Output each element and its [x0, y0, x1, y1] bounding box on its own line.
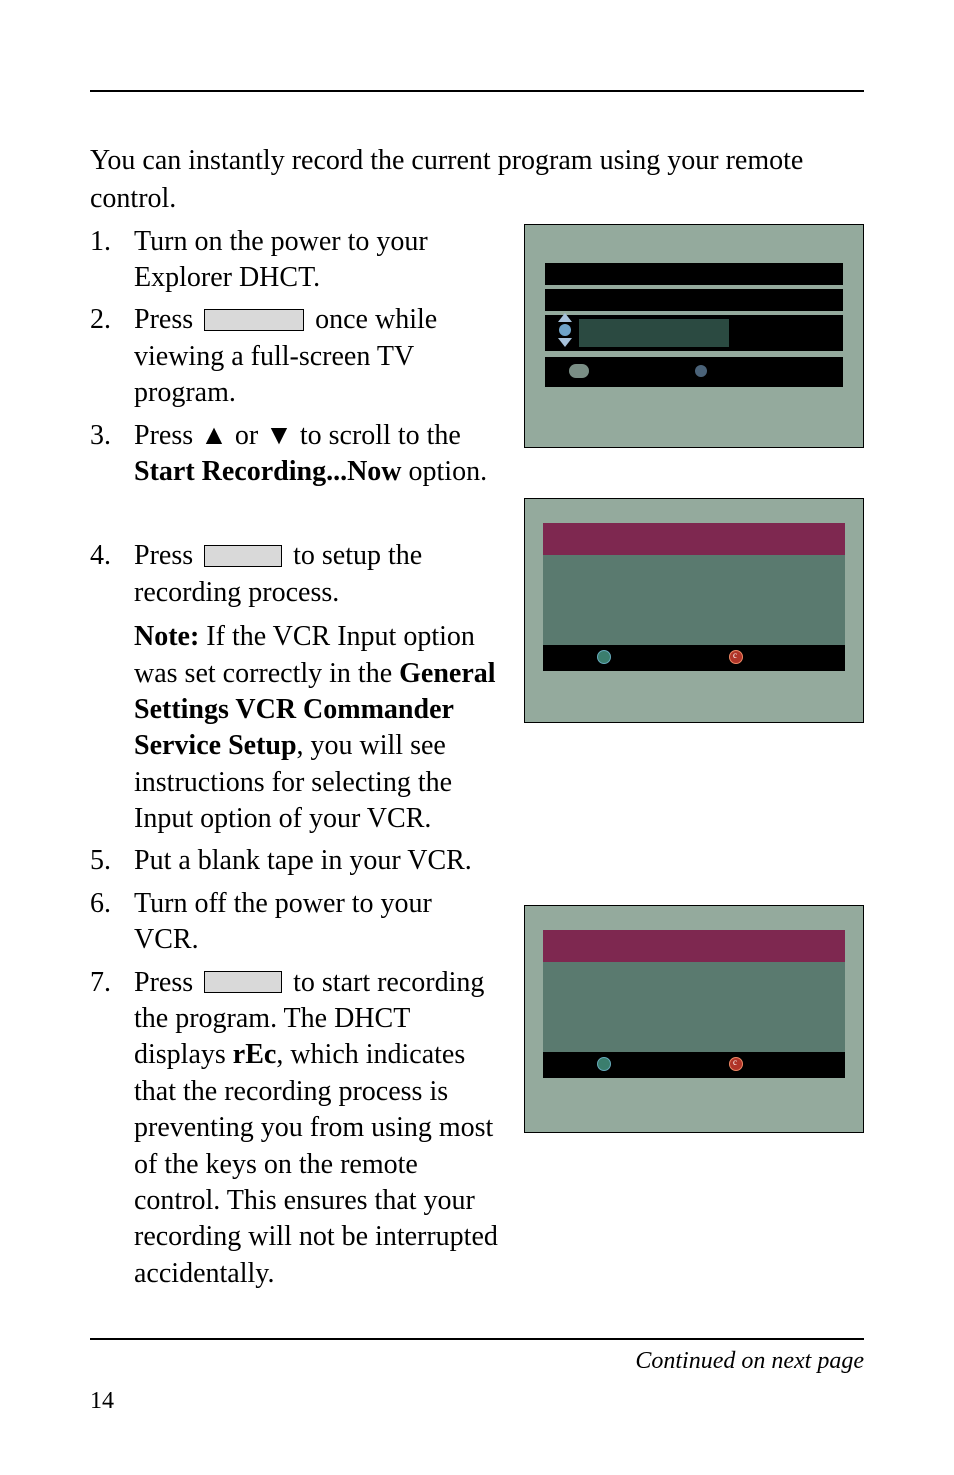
steps-list: Turn on the power to your Explorer DHCT.…	[90, 224, 498, 1293]
step-7-text-a: Press	[134, 967, 200, 998]
remote-button-placeholder	[204, 545, 282, 567]
fig3-inner	[525, 906, 863, 1132]
spacer	[524, 723, 864, 905]
arrow-down-icon	[558, 338, 572, 347]
step-7-text-d: , which indicates that the recording pro…	[134, 1039, 498, 1288]
step-7-rec: rEc	[233, 1039, 277, 1070]
step-1: Turn on the power to your Explorer DHCT.	[90, 224, 498, 297]
step-3-bold: Start Recording...Now	[134, 456, 402, 487]
fig1-inner	[525, 225, 863, 447]
fig1-bar	[545, 289, 843, 311]
fig2-footer-bar	[543, 645, 845, 671]
figure-column	[524, 224, 864, 1299]
step-3: Press ▲ or ▼ to scroll to the Start Reco…	[90, 418, 498, 491]
screenshot-quick-menu	[524, 224, 864, 448]
a-button-icon	[597, 1057, 611, 1071]
bottom-rule	[90, 1338, 864, 1340]
step-2: Press once while viewing a full-screen T…	[90, 302, 498, 411]
arrow-up-icon	[558, 313, 572, 322]
step-4-text-a: Press	[134, 540, 200, 571]
page-number: 14	[90, 1388, 114, 1415]
step-2-text-a: Press	[134, 304, 200, 335]
fig2-body	[543, 555, 845, 645]
step-6-text: Turn off the power to your VCR.	[134, 888, 432, 955]
scroll-dot-icon	[559, 324, 571, 336]
step-3-text-c: option.	[402, 456, 488, 487]
intro-text: You can instantly record the current pro…	[90, 142, 864, 218]
screenshot-recording-started	[524, 905, 864, 1133]
step-3-text-a: Press ▲ or ▼ to scroll to the	[134, 420, 461, 451]
text-column: Turn on the power to your Explorer DHCT.…	[90, 224, 498, 1299]
step-6: Turn off the power to your VCR.	[90, 886, 498, 959]
step-4-note: Note: If the VCR Input option was set co…	[134, 619, 498, 837]
remote-button-placeholder	[204, 971, 282, 993]
note-label: Note:	[134, 621, 199, 652]
continued-label: Continued on next page	[90, 1348, 864, 1375]
fig3-title-bar	[543, 930, 845, 962]
spacer	[524, 448, 864, 498]
fig2-title-bar	[543, 523, 845, 555]
step-1-text: Turn on the power to your Explorer DHCT.	[134, 226, 428, 293]
fig3-footer-bar	[543, 1052, 845, 1078]
fig1-pill-icon	[569, 364, 589, 378]
step-7: Press to start recording the program. Th…	[90, 965, 498, 1293]
step-4: Press to setup the recording process. No…	[90, 538, 498, 837]
fig1-bar	[545, 263, 843, 285]
top-rule	[90, 90, 864, 92]
two-column-layout: Turn on the power to your Explorer DHCT.…	[90, 224, 864, 1299]
fig1-dot-icon	[695, 365, 707, 377]
spacer	[90, 496, 498, 538]
screenshot-setup-recording	[524, 498, 864, 723]
c-button-icon	[729, 1057, 743, 1071]
fig1-footer-bar	[545, 357, 843, 387]
fig1-selected-option	[579, 319, 729, 347]
step-5-text: Put a blank tape in your VCR.	[134, 845, 472, 876]
page-content: You can instantly record the current pro…	[0, 0, 954, 1375]
a-button-icon	[597, 650, 611, 664]
c-button-icon	[729, 650, 743, 664]
remote-button-placeholder	[204, 309, 304, 331]
step-5: Put a blank tape in your VCR.	[90, 843, 498, 879]
fig3-body	[543, 962, 845, 1052]
fig2-inner	[525, 499, 863, 722]
